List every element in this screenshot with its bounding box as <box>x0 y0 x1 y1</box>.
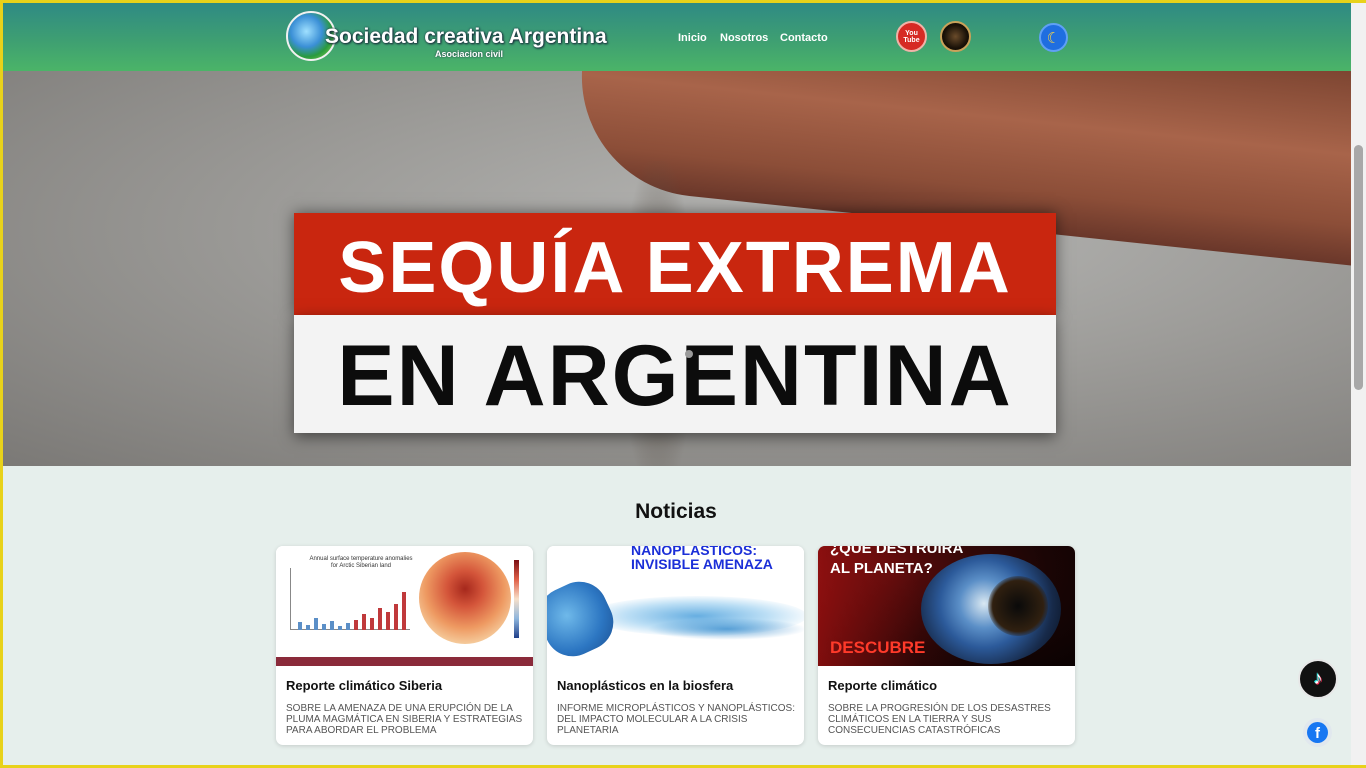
hero-line2: EN ARGENTINA <box>337 328 1013 424</box>
tiktok-button[interactable]: ♪ <box>1298 659 1338 699</box>
card-image-question-2: AL PLANETA? <box>830 560 933 577</box>
nav-nosotros[interactable]: Nosotros <box>720 32 768 44</box>
facebook-button[interactable]: f <box>1303 718 1332 747</box>
scrollbar-thumb[interactable] <box>1354 145 1363 390</box>
card-image-nanoplastics: NANOPLÁSTICOS: INVISIBLE AMENAZA <box>547 546 804 666</box>
water-splash <box>647 618 804 640</box>
card-image-subheading: INVISIBLE AMENAZA <box>631 556 773 572</box>
tiktok-icon: ♪ <box>1313 668 1323 688</box>
nav-contacto[interactable]: Contacto <box>780 32 828 44</box>
site-header: Sociedad creativa Argentina Asociacion c… <box>3 3 1351 71</box>
card-image-cta: DESCUBRE <box>830 638 926 657</box>
chart-bar <box>394 604 398 630</box>
card-description: SOBRE LA PROGRESIÓN DE LOS DESASTRES CLI… <box>828 703 1051 736</box>
card-title: Reporte climático <box>828 678 938 693</box>
chart-bar <box>298 622 302 630</box>
facebook-icon: f <box>1307 722 1328 743</box>
chart-axis <box>290 568 410 630</box>
card-image-question: ¿QUÉ DESTRUIRÁ <box>830 546 964 557</box>
chart-bar <box>306 625 310 630</box>
dark-mode-toggle[interactable]: ☾ <box>1039 23 1068 52</box>
temperature-globe <box>419 552 511 644</box>
chart-bar <box>322 624 326 630</box>
burn-mark <box>988 576 1048 636</box>
news-card[interactable]: NANOPLÁSTICOS: INVISIBLE AMENAZA Nanoplá… <box>547 546 804 745</box>
moon-icon: ☾ <box>1046 30 1061 47</box>
youtube-label: You Tube <box>903 30 920 44</box>
hero-title-red-box: SEQUÍA EXTREMA <box>294 213 1056 315</box>
chart-bar <box>378 608 382 630</box>
card-description: SOBRE LA AMENAZA DE UNA ERUPCIÓN DE LA P… <box>286 703 523 736</box>
chart-bar <box>346 623 350 630</box>
card-description: INFORME MICROPLÁSTICOS Y NANOPLÁSTICOS: … <box>557 703 796 736</box>
hero-banner[interactable]: SEQUÍA EXTREMA EN ARGENTINA <box>3 71 1351 466</box>
card-title: Reporte climático Siberia <box>286 678 443 693</box>
carousel-dot[interactable] <box>685 350 693 358</box>
news-section-title: Noticias <box>635 500 717 523</box>
card-title: Nanoplásticos en la biosfera <box>557 678 734 693</box>
card-image-footer <box>276 657 533 666</box>
chart-bar <box>362 614 366 630</box>
bottle-image <box>547 572 623 666</box>
insect-logo-icon[interactable] <box>940 21 971 52</box>
news-card[interactable]: Annual surface temperature anomalies for… <box>276 546 533 745</box>
color-scale <box>514 560 519 638</box>
card-image-planet: ¿QUÉ DESTRUIRÁ AL PLANETA? DESCUBRE <box>818 546 1075 666</box>
news-card[interactable]: ¿QUÉ DESTRUIRÁ AL PLANETA? DESCUBRE Repo… <box>818 546 1075 745</box>
chart-bar <box>354 620 358 630</box>
chart-bar <box>314 618 318 630</box>
hero-title-white-box: EN ARGENTINA <box>294 315 1056 433</box>
chart-bar <box>330 621 334 630</box>
nav-inicio[interactable]: Inicio <box>678 32 707 44</box>
card-image-siberia-chart: Annual surface temperature anomalies for… <box>276 546 533 666</box>
chart-bar <box>386 612 390 630</box>
chart-bar <box>402 592 406 630</box>
chart-bar <box>338 626 342 630</box>
youtube-icon[interactable]: You Tube <box>896 21 927 52</box>
brand-subtitle: Asociacion civil <box>435 49 504 59</box>
hero-line1: SEQUÍA EXTREMA <box>338 228 1012 308</box>
brand-title[interactable]: Sociedad creativa Argentina <box>325 25 607 49</box>
chart-bar <box>370 618 374 630</box>
